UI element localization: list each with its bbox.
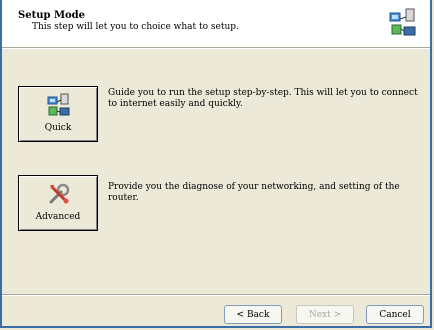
tools-icon [49,183,70,204]
page-title: Setup Mode [18,10,86,21]
header-divider [2,48,430,49]
cancel-button[interactable]: Cancel [366,305,424,324]
network-computer-icon [47,93,70,116]
page-subtitle: This step will let you to choice what to… [32,22,239,32]
network-setup-icon [389,8,416,36]
wizard-header: Setup Mode This step will let you to cho… [2,0,430,48]
advanced-button-label: Advanced [35,212,81,222]
advanced-button[interactable]: Advanced [18,175,98,231]
back-button[interactable]: < Back [224,305,282,324]
footer-divider-highlight [2,295,430,296]
advanced-description: Provide you the diagnose of your network… [108,182,400,203]
quick-button-label: Quick [44,123,72,133]
wizard-window [0,0,432,328]
quick-description: Guide you to run the setup step-by-step.… [108,88,418,109]
quick-button[interactable]: Quick [18,86,98,142]
next-button[interactable]: Next > [296,305,354,324]
